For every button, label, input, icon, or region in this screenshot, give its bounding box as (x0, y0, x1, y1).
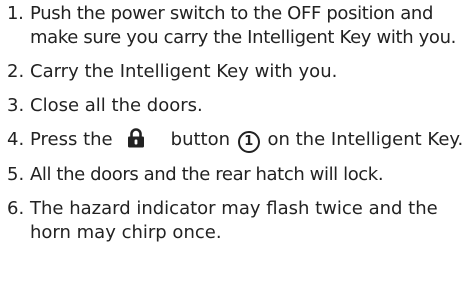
step-item: 4. Press the button 1 on the Intelligent… (0, 128, 470, 153)
step-text-after-callout: on the Intelligent Key. (267, 129, 464, 150)
step-text: All the doors and the rear hatch will lo… (30, 164, 384, 185)
step-item: 1. Push the power switch to the OFF posi… (0, 2, 470, 50)
step-text: Push the power switch to the OFF positio… (30, 3, 457, 48)
step-text-after-icon: button (170, 129, 231, 150)
step-number: 2. (7, 61, 25, 82)
step-text: The hazard indicator may flash twice and… (30, 198, 438, 243)
step-number: 3. (7, 95, 25, 116)
instruction-steps: 1. Push the power switch to the OFF posi… (0, 2, 470, 255)
step-text: Close all the doors. (30, 95, 203, 116)
step-item: 3. Close all the doors. (0, 94, 470, 118)
step-number: 5. (7, 164, 25, 185)
step-number: 4. (7, 129, 25, 150)
callout-number: 1 (237, 131, 260, 153)
padlock-icon (127, 128, 145, 148)
step-number: 6. (7, 198, 25, 219)
step-number: 1. (7, 3, 24, 24)
step-text: Carry the Intelligent Key with you. (30, 61, 338, 82)
step-item: 6. The hazard indicator may flash twice … (0, 197, 470, 245)
step-text-before-icon: Press the (30, 129, 113, 150)
step-item: 5. All the doors and the rear hatch will… (0, 163, 470, 187)
step-text: Press the button 1 on the Intelligent Ke… (30, 128, 470, 153)
step-item: 2. Carry the Intelligent Key with you. (0, 60, 470, 84)
